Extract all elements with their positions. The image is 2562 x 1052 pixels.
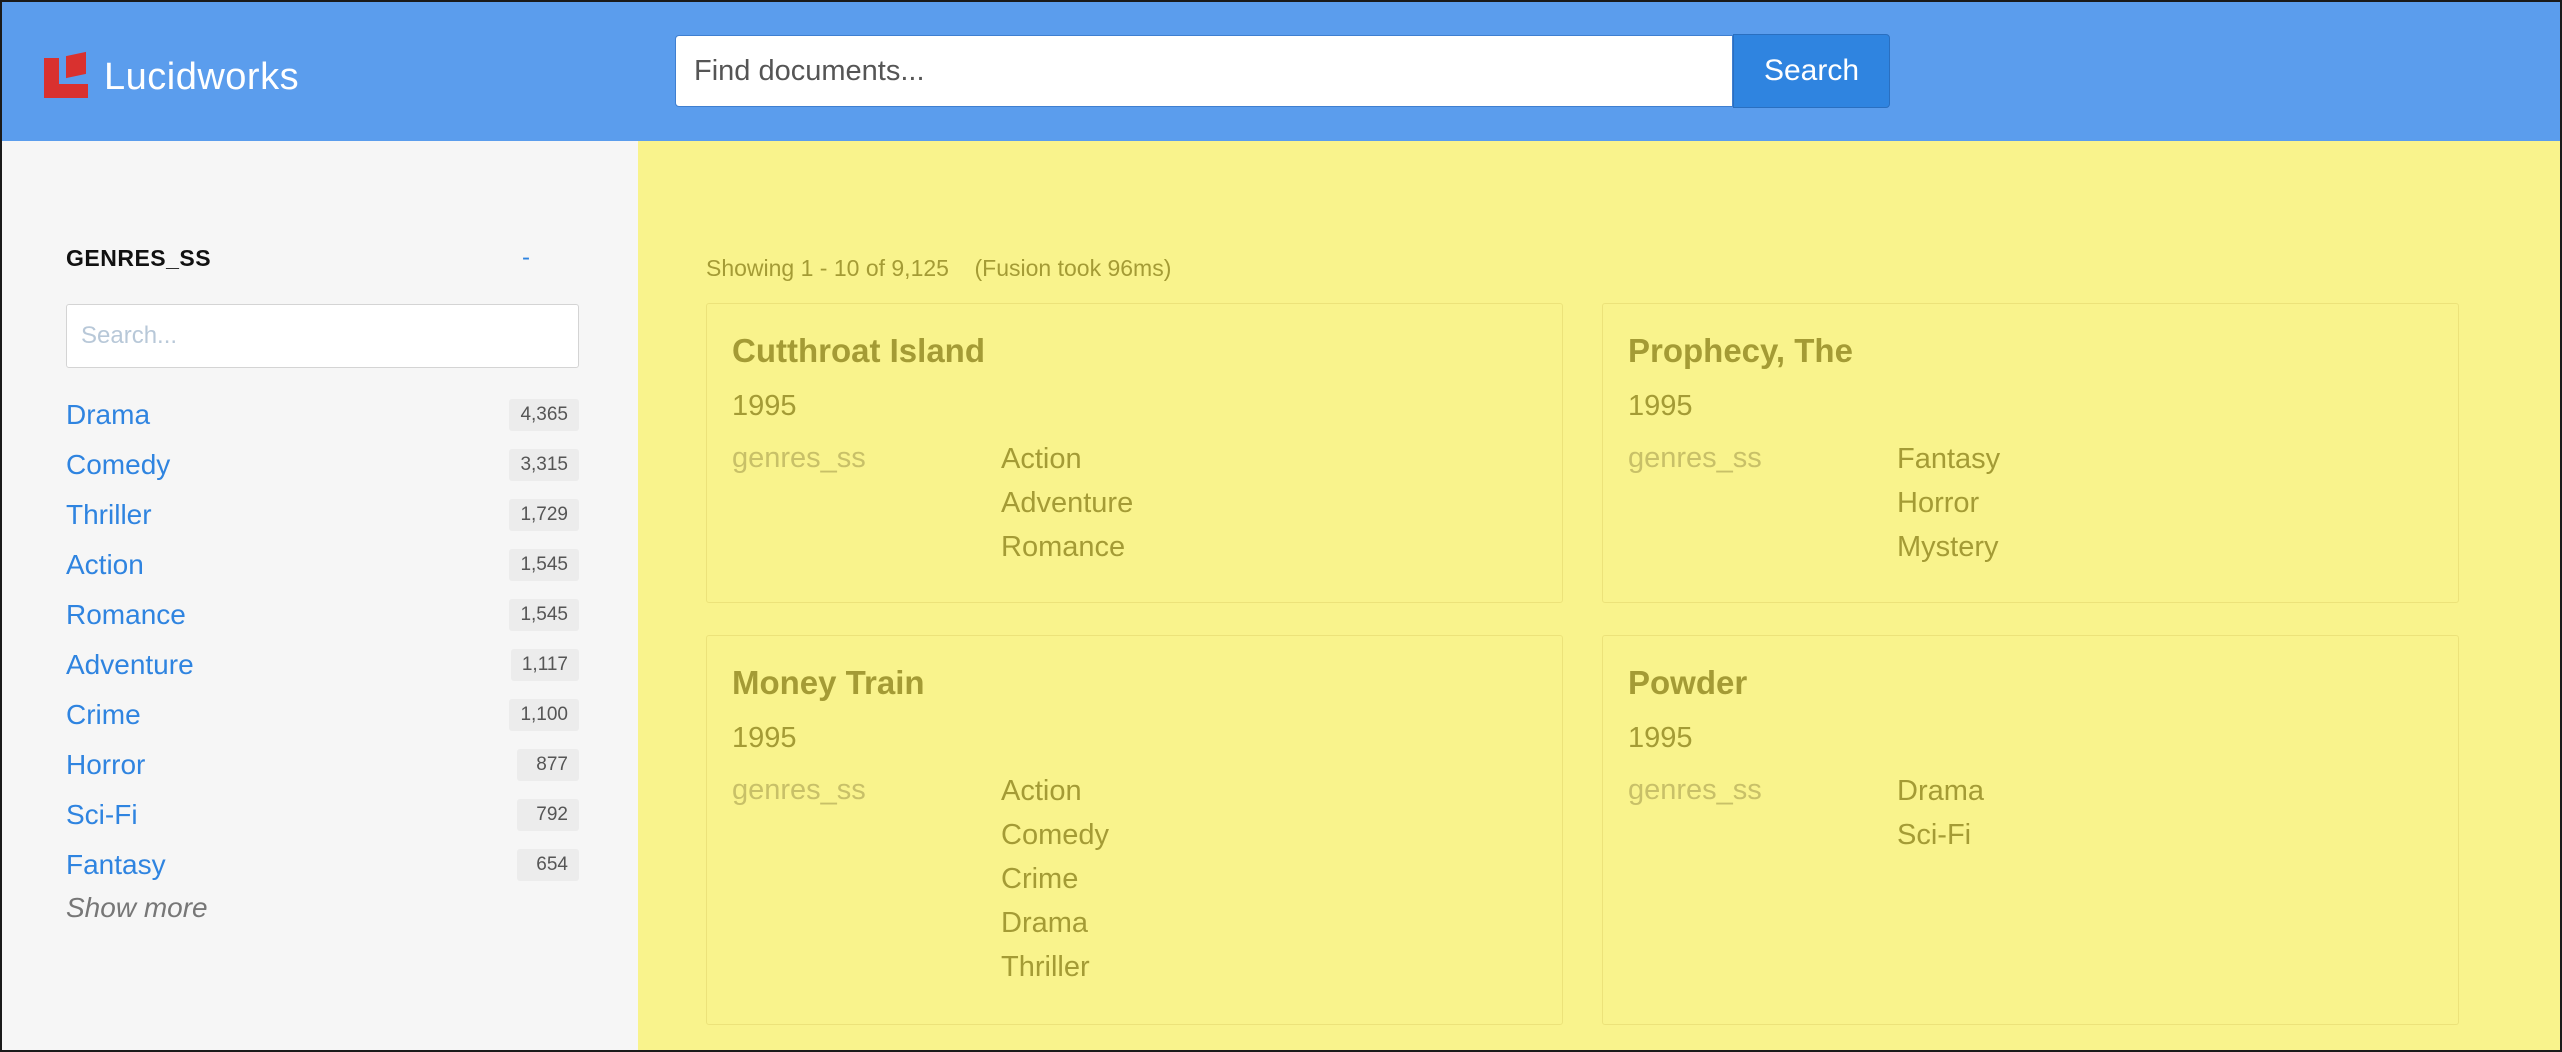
facet-title: GENRES_SS	[66, 244, 212, 271]
facet-item-drama[interactable]: Drama 4,365	[66, 390, 579, 440]
result-year: 1995	[732, 722, 797, 754]
lucidworks-logo-icon	[44, 51, 90, 100]
facet-item-horror[interactable]: Horror 877	[66, 740, 579, 790]
facet-item-sci-fi[interactable]: Sci-Fi 792	[66, 790, 579, 840]
facet-item-fantasy[interactable]: Fantasy 654	[66, 840, 579, 890]
result-title[interactable]: Money Train	[732, 664, 925, 702]
query-timing: (Fusion took 96ms)	[974, 255, 1172, 281]
result-genre-list: Fantasy Horror Mystery	[1897, 442, 2000, 574]
results-panel: Showing 1 - 10 of 9,125 (Fusion took 96m…	[638, 141, 2560, 1050]
facet-label[interactable]: Adventure	[66, 649, 194, 681]
result-genre: Drama	[1001, 907, 1089, 939]
facet-count-badge: 1,545	[509, 549, 579, 581]
result-card: Money Train 1995 genres_ss Action Comedy…	[706, 635, 1563, 1025]
show-more-link[interactable]: Show more	[66, 892, 208, 924]
top-header: Lucidworks Search	[2, 2, 2560, 141]
facet-item-action[interactable]: Action 1,545	[66, 540, 579, 590]
facet-label[interactable]: Horror	[66, 749, 145, 781]
facet-search-input[interactable]	[66, 304, 579, 368]
facet-label[interactable]: Comedy	[66, 449, 170, 481]
result-title[interactable]: Cutthroat Island	[732, 332, 985, 370]
facet-item-thriller[interactable]: Thriller 1,729	[66, 490, 579, 540]
facet-count-badge: 1,100	[509, 699, 579, 731]
facet-label[interactable]: Crime	[66, 699, 141, 731]
facet-item-adventure[interactable]: Adventure 1,117	[66, 640, 579, 690]
result-genre: Adventure	[1001, 487, 1134, 519]
facet-count-badge: 877	[517, 749, 579, 781]
results-count: Showing 1 - 10 of 9,125	[706, 255, 949, 281]
brand-name: Lucidworks	[104, 55, 300, 98]
result-genre: Comedy	[1001, 819, 1109, 851]
result-genre: Horror	[1897, 487, 1980, 519]
facet-count-badge: 654	[517, 849, 579, 881]
facet-item-comedy[interactable]: Comedy 3,315	[66, 440, 579, 490]
result-genre: Sci-Fi	[1897, 819, 1972, 851]
result-field-label: genres_ss	[732, 774, 866, 806]
result-year: 1995	[1628, 390, 1693, 422]
facet-label[interactable]: Romance	[66, 599, 186, 631]
facet-label[interactable]: Action	[66, 549, 144, 581]
result-field-label: genres_ss	[1628, 442, 1762, 474]
result-year: 1995	[1628, 722, 1693, 754]
results-summary: Showing 1 - 10 of 9,125 (Fusion took 96m…	[706, 255, 1171, 282]
facet-label[interactable]: Sci-Fi	[66, 799, 138, 831]
result-genre-list: Action Adventure Romance	[1001, 442, 1133, 574]
result-genre-list: Action Comedy Crime Drama Thriller	[1001, 774, 1109, 994]
result-genre: Action	[1001, 775, 1082, 807]
result-genre: Drama	[1897, 775, 1985, 807]
result-genre: Thriller	[1001, 951, 1090, 983]
result-card: Powder 1995 genres_ss Drama Sci-Fi	[1602, 635, 2459, 1025]
result-genre: Action	[1001, 443, 1082, 475]
result-field-label: genres_ss	[1628, 774, 1762, 806]
facet-count-badge: 792	[517, 799, 579, 831]
facet-count-badge: 1,117	[510, 649, 579, 681]
search-input[interactable]	[675, 35, 1733, 107]
search-button[interactable]: Search	[1733, 34, 1890, 108]
result-field-label: genres_ss	[732, 442, 866, 474]
result-genre: Romance	[1001, 531, 1126, 563]
facet-label[interactable]: Drama	[66, 399, 150, 431]
facet-count-badge: 4,365	[509, 399, 579, 431]
facet-sidebar: GENRES_SS - Drama 4,365 Comedy 3,315 Thr…	[2, 141, 638, 1050]
result-genre: Crime	[1001, 863, 1079, 895]
result-title[interactable]: Prophecy, The	[1628, 332, 1853, 370]
facet-count-badge: 3,315	[509, 449, 579, 481]
result-genre: Mystery	[1897, 531, 1999, 563]
facet-list: Drama 4,365 Comedy 3,315 Thriller 1,729 …	[66, 390, 579, 890]
result-title[interactable]: Powder	[1628, 664, 1747, 702]
facet-label[interactable]: Fantasy	[66, 849, 166, 881]
search-bar: Search	[675, 34, 1890, 108]
brand-logo[interactable]: Lucidworks	[44, 51, 300, 100]
facet-count-badge: 1,545	[509, 599, 579, 631]
facet-item-crime[interactable]: Crime 1,100	[66, 690, 579, 740]
result-card: Prophecy, The 1995 genres_ss Fantasy Hor…	[1602, 303, 2459, 603]
result-year: 1995	[732, 390, 797, 422]
result-genre-list: Drama Sci-Fi	[1897, 774, 1984, 862]
facet-item-romance[interactable]: Romance 1,545	[66, 590, 579, 640]
result-genre: Fantasy	[1897, 443, 2001, 475]
facet-label[interactable]: Thriller	[66, 499, 152, 531]
facet-header: GENRES_SS -	[66, 244, 556, 272]
facet-count-badge: 1,729	[509, 499, 579, 531]
facet-collapse-button[interactable]: -	[522, 244, 530, 272]
app-frame: Lucidworks Search GENRES_SS - Drama 4,36…	[0, 0, 2562, 1052]
result-card: Cutthroat Island 1995 genres_ss Action A…	[706, 303, 1563, 603]
